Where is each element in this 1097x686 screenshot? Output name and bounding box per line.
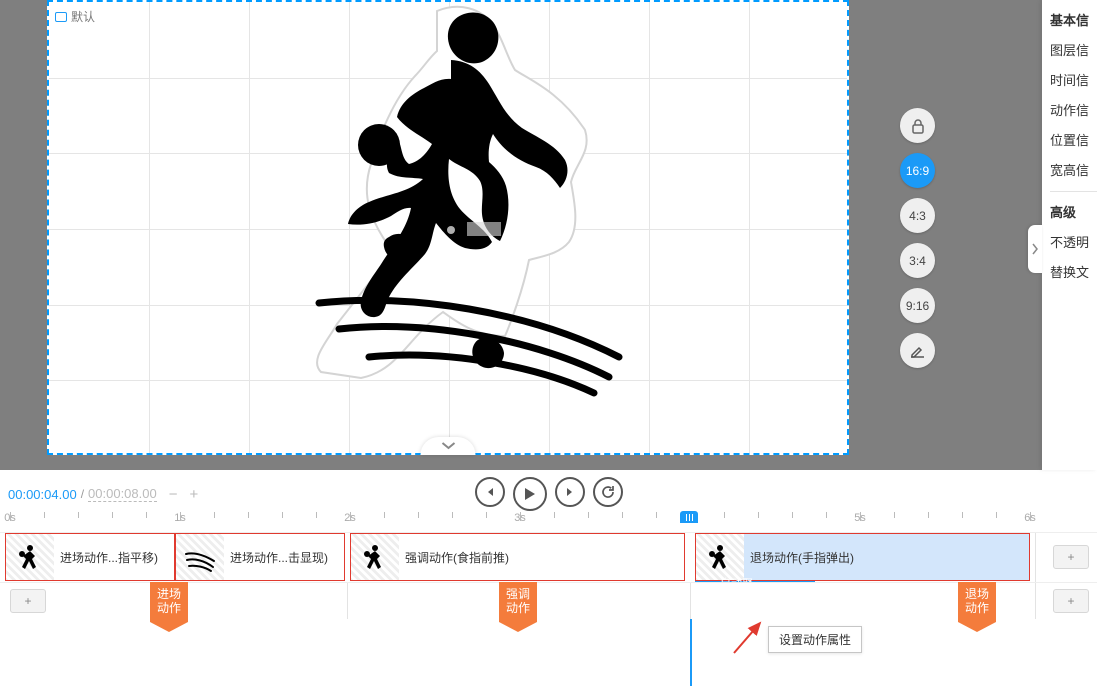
ruler-label: 3s (514, 512, 526, 524)
play-button[interactable] (513, 477, 547, 511)
segment-exit[interactable]: 退场动作(手指弹出) (695, 533, 1030, 581)
ratio-label: 3:4 (909, 254, 926, 268)
sidebar-item-action[interactable]: 动作信 (1050, 100, 1097, 119)
time-plus-button[interactable]: + (189, 486, 198, 503)
segment-thumb (6, 534, 54, 580)
skip-fwd-icon (564, 486, 576, 498)
ratio-3-4-button[interactable]: 3:4 (900, 243, 935, 278)
tag-enter-label: 进场动作 (150, 582, 188, 622)
canvas-tag-label: 默认 (71, 8, 95, 25)
sidebar-item-size[interactable]: 宽高信 (1050, 160, 1097, 179)
canvas-tag: 默认 (55, 8, 95, 25)
ruler-label: 5s (854, 512, 866, 524)
segment-thumb (696, 534, 744, 580)
segment-thumb (351, 534, 399, 580)
tag-exit-label: 退场动作 (958, 582, 996, 622)
ratio-label: 4:3 (909, 209, 926, 223)
sidebar: 基本信 图层信 时间信 动作信 位置信 宽高信 高级 不透明 替换文 (1042, 0, 1097, 470)
canvas[interactable]: 默认 (47, 0, 849, 455)
time-minus-button[interactable]: − (169, 486, 178, 503)
next-button[interactable] (555, 477, 585, 507)
add-label: + (1067, 550, 1074, 564)
lock-ratio-button[interactable] (900, 108, 935, 143)
ruler-label: 1s (174, 512, 186, 524)
segment-emphasis[interactable]: 强调动作(食指前推) (350, 533, 685, 581)
segment-label: 进场动作...指平移) (60, 549, 158, 566)
ratio-9-16-button[interactable]: 9:16 (900, 288, 935, 323)
canvas-figure[interactable] (289, 5, 649, 425)
segment-label: 强调动作(食指前推) (405, 549, 509, 566)
add-segment-button[interactable]: + (1053, 545, 1089, 569)
ratio-4-3-button[interactable]: 4:3 (900, 198, 935, 233)
sidebar-expand-handle[interactable] (1028, 225, 1042, 273)
timeline-ruler[interactable]: 0s1s2s3s4s5s6s (0, 512, 1097, 532)
loop-button[interactable] (593, 477, 623, 507)
sidebar-item-time[interactable]: 时间信 (1050, 70, 1097, 89)
tag-exit: 退场动作 (958, 582, 996, 632)
segment-label: 退场动作(手指弹出) (750, 549, 854, 566)
ratio-16-9-button[interactable]: 16:9 (900, 153, 935, 188)
add-label: + (1067, 594, 1074, 608)
canvas-center-bar (467, 222, 501, 236)
skip-back-icon (484, 486, 496, 498)
segment-label: 进场动作...击显现) (230, 549, 328, 566)
sidebar-item-replace[interactable]: 替换文 (1050, 262, 1097, 281)
sidebar-item-pos[interactable]: 位置信 (1050, 130, 1097, 149)
tag-emph-label: 强调动作 (499, 582, 537, 622)
add-label: + (24, 594, 31, 608)
tooltip-text: 设置动作属性 (779, 633, 851, 647)
segment-thumb (176, 534, 224, 580)
ratio-label: 16:9 (906, 164, 929, 178)
segment-enter-1[interactable]: 进场动作...指平移) (5, 533, 175, 581)
sidebar-item-layer[interactable]: 图层信 (1050, 40, 1097, 59)
prev-button[interactable] (475, 477, 505, 507)
canvas-area[interactable]: 默认 (0, 0, 910, 470)
play-icon (523, 487, 536, 501)
pencil-icon (910, 343, 925, 358)
segment-enter-2[interactable]: 进场动作...击显现) (175, 533, 345, 581)
add-enter-button[interactable]: + (10, 589, 46, 613)
add-exit-button[interactable]: + (1053, 589, 1089, 613)
time-sep: / (81, 487, 84, 501)
ratio-label: 9:16 (906, 299, 929, 313)
playhead[interactable] (680, 511, 700, 523)
canvas-center-handle (447, 226, 455, 234)
layer-icon (55, 12, 67, 22)
time-current: 00:00:04.00 (8, 487, 77, 502)
sidebar-basic-title: 基本信 (1050, 10, 1097, 29)
callout-arrow (728, 617, 768, 657)
loop-icon (601, 485, 615, 499)
ratio-column: 16:9 4:3 3:4 9:16 (910, 0, 1042, 470)
ruler-label: 6s (1024, 512, 1036, 524)
chevron-right-icon (1032, 243, 1038, 255)
panel-collapse-handle[interactable] (421, 437, 476, 455)
action-settings-tooltip: 设置动作属性 (768, 626, 862, 653)
sidebar-advanced-title: 高级 (1050, 202, 1097, 221)
segment-row: 进场动作...指平移) 进场动作...击显现) 强调动作(食指前推) 退场动作(… (0, 532, 1097, 582)
ruler-label: 2s (344, 512, 356, 524)
lock-icon (911, 118, 925, 134)
ruler-label: 0s (4, 512, 16, 524)
ratio-edit-button[interactable] (900, 333, 935, 368)
time-total[interactable]: 00:00:08.00 (88, 486, 157, 502)
tag-enter: 进场动作 (150, 582, 188, 632)
tag-emphasis: 强调动作 (499, 582, 537, 632)
sidebar-item-opacity[interactable]: 不透明 (1050, 232, 1097, 251)
playback-bar: 00:00:04.00 / 00:00:08.00 − + (0, 478, 1097, 510)
